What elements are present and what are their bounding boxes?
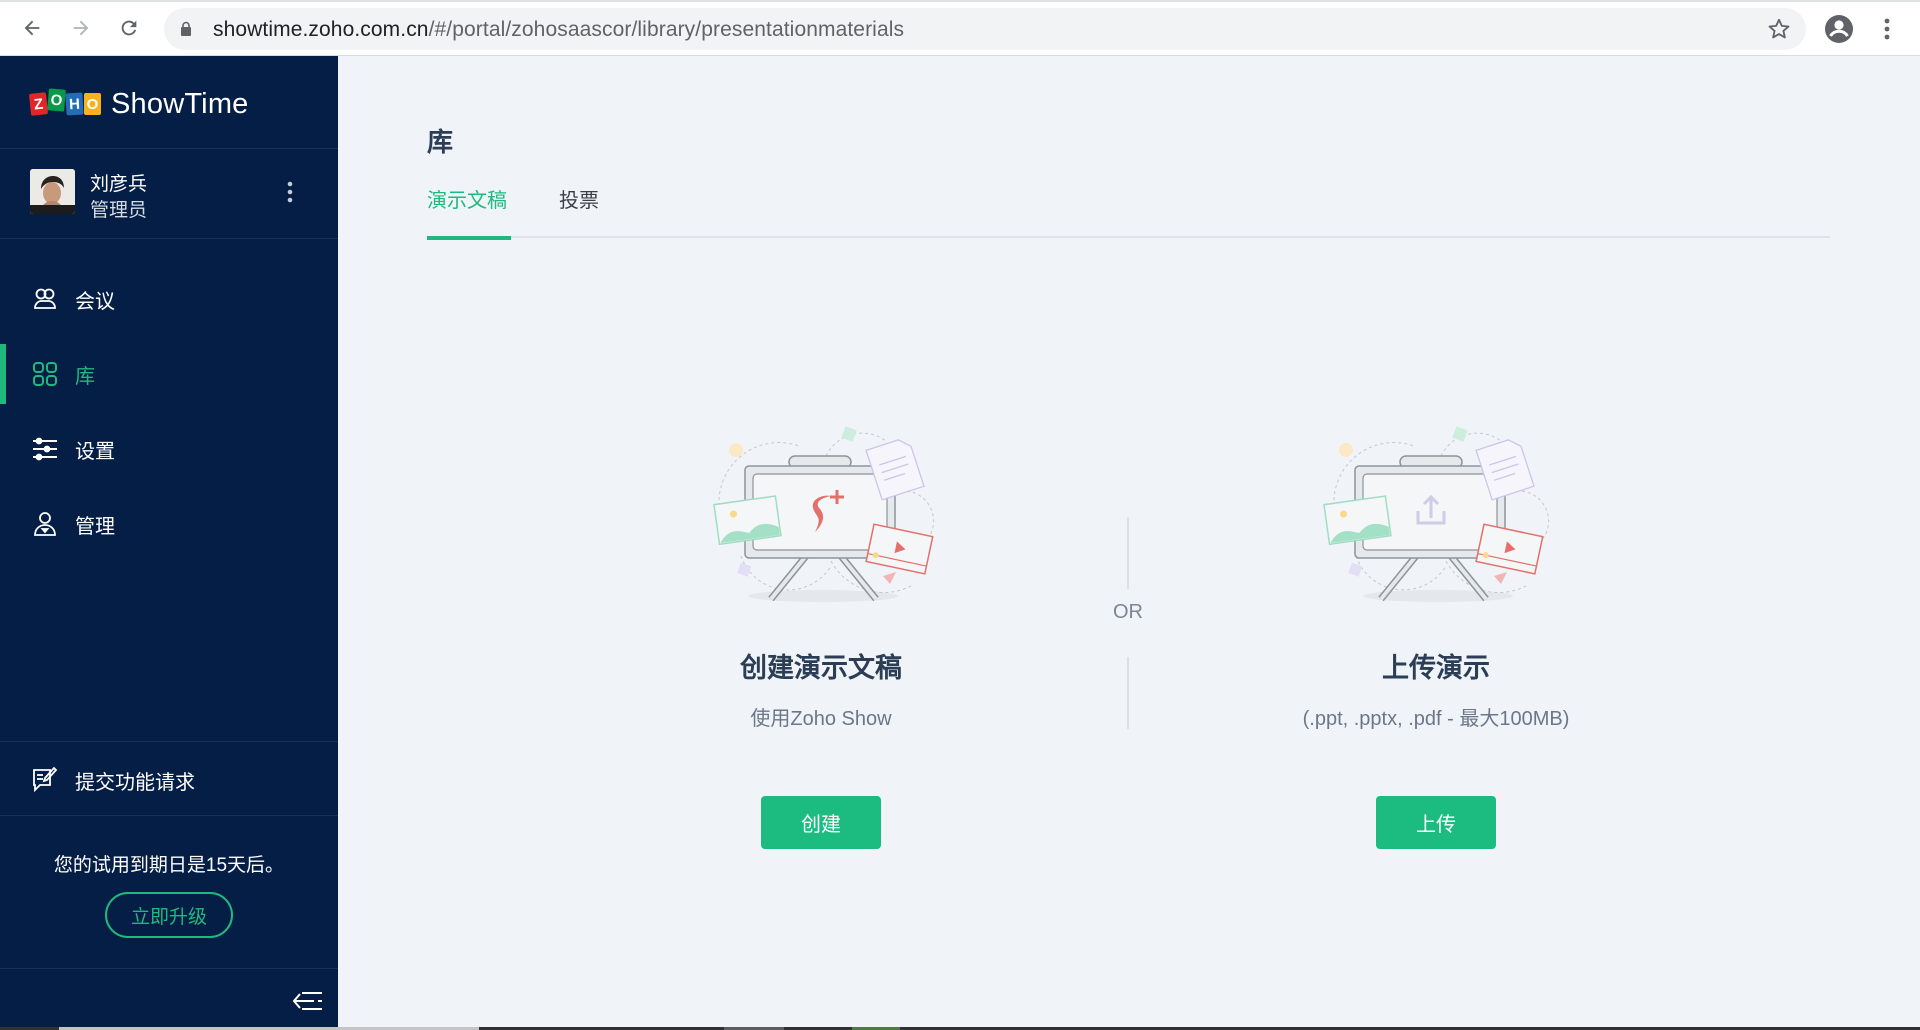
feedback-edit-icon [33,766,58,792]
sidebar-item-library[interactable]: 库 [0,344,338,404]
grid-library-icon [33,362,57,386]
forward-button[interactable] [67,14,95,42]
feature-request-label: 提交功能请求 [75,772,195,794]
url-path: /#/portal/zohosaascor/library/presentati… [428,18,905,41]
upload-card-subtitle: (.ppt, .pptx, .pdf - 最大100MB) [1302,708,1570,730]
tab-polls[interactable]: 投票 [559,180,599,238]
sidebar-divider [0,815,338,816]
sidebar-item-label: 管理 [75,515,115,538]
logo-letter: Z [28,92,49,116]
back-button[interactable] [18,14,46,42]
sidebar-divider [0,238,338,239]
logo-letter: O [84,93,101,115]
create-button[interactable]: 创建 [761,796,881,849]
logo-letter: O [47,88,66,112]
create-presentation-card: 创建演示文稿 使用Zoho Show 创建 [611,406,1031,906]
logo-letter: H [65,92,84,116]
reload-icon [121,20,137,36]
user-name: 刘彦兵 [90,174,148,195]
arrow-right-icon [73,20,89,36]
sliders-settings-icon [33,437,57,461]
lock-icon [181,21,191,36]
url-text[interactable]: showtime.zoho.com.cn/#/portal/zohosaasco… [213,18,904,42]
sidebar-item-settings[interactable]: 设置 [0,419,338,479]
user-photo-icon [30,169,75,214]
library-tabs: 演示文稿 投票 [427,180,1830,240]
sidebar-divider [0,148,338,149]
active-indicator [0,344,6,404]
user-role: 管理员 [90,200,148,221]
user-profile: 刘彦兵 管理员 [30,169,320,221]
sidebar-item-label: 库 [75,365,95,388]
upgrade-button[interactable]: 立即升级 [105,892,233,938]
or-divider-line [1127,517,1129,589]
trial-notice: 您的试用到期日是15天后。 [53,855,285,876]
main-content: 库 演示文稿 投票 创建演示文稿 使用Zoho Show 创建 OR 上传演示 … [338,56,1920,1030]
brand-name: ShowTime [111,87,249,120]
sidebar: Z O H O ShowTime 刘彦兵 管理员 会议 库 设置 管理 提交功能… [0,56,338,1030]
or-divider-line [1127,657,1129,729]
create-card-subtitle: 使用Zoho Show [750,708,892,730]
tab-presentations[interactable]: 演示文稿 [427,180,511,240]
collapse-sidebar-icon[interactable] [292,990,324,1012]
star-outline-icon[interactable] [1766,16,1792,42]
admin-user-icon [34,512,56,536]
address-bar[interactable]: showtime.zoho.com.cn/#/portal/zohosaasco… [164,8,1806,50]
feature-request-link[interactable]: 提交功能请求 [0,742,338,815]
upload-presentation-illustration [1323,426,1550,602]
account-circle-icon[interactable] [1824,14,1854,44]
url-host: showtime.zoho.com.cn [213,18,429,41]
sidebar-item-label: 设置 [75,440,115,463]
meeting-people-icon [34,288,56,309]
arrow-left-icon [24,20,40,36]
create-card-title: 创建演示文稿 [740,653,902,683]
browser-toolbar: showtime.zoho.com.cn/#/portal/zohosaasco… [0,0,1920,56]
upload-card-title: 上传演示 [1382,653,1490,683]
sidebar-item-label: 会议 [75,290,115,313]
reload-button[interactable] [115,14,143,42]
sidebar-item-admin[interactable]: 管理 [0,494,338,554]
upload-presentation-card: 上传演示 (.ppt, .pptx, .pdf - 最大100MB) 上传 [1226,406,1646,906]
tab-strip-edge [0,0,1920,2]
user-menu-icon[interactable] [284,179,296,207]
sidebar-item-meetings[interactable]: 会议 [0,269,338,329]
or-label: OR [1113,601,1143,623]
upload-button[interactable]: 上传 [1376,796,1496,849]
app-logo[interactable]: Z O H O ShowTime [28,84,249,124]
zoho-logo-icon: Z O H O [28,88,101,116]
vertical-dots-icon[interactable] [1880,14,1894,44]
page-title: 库 [427,127,454,157]
create-presentation-illustration [713,426,935,602]
sidebar-divider [0,968,338,969]
avatar[interactable] [30,169,75,214]
